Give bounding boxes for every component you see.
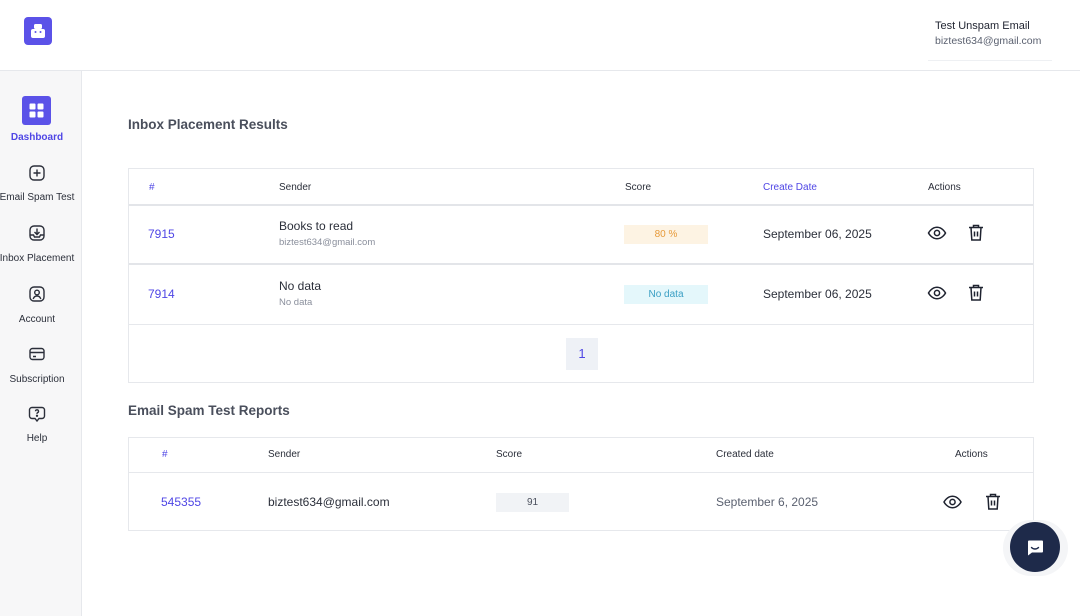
sidebar-item-label: Subscription	[9, 374, 65, 385]
row-id-link[interactable]: 7915	[148, 227, 175, 241]
column-header-actions: Actions	[928, 182, 961, 193]
top-header: Test Unspam Email biztest634@gmail.com	[0, 0, 1080, 71]
sidebar-item-label: Account	[18, 314, 56, 325]
column-header-create-date[interactable]: Create Date	[763, 182, 817, 193]
chat-bubble-icon	[1028, 540, 1043, 556]
row-id-link[interactable]: 7914	[148, 287, 175, 301]
user-name: Test Unspam Email	[935, 20, 1030, 32]
column-header-sender: Sender	[268, 449, 301, 460]
help-chat-icon	[26, 403, 48, 425]
app-logo[interactable]	[24, 17, 52, 45]
inbox-results-table: # Sender Score Create Date Actions 7915 …	[128, 168, 1034, 383]
card-icon	[26, 343, 48, 365]
view-eye-icon[interactable]	[942, 492, 963, 517]
user-square-icon	[26, 283, 48, 305]
sidebar-item-label: Email Spam Test	[0, 192, 75, 203]
score-badge: No data	[624, 285, 708, 304]
view-eye-icon[interactable]	[927, 283, 947, 308]
chat-launcher-button[interactable]	[1010, 522, 1060, 572]
score-badge: 91	[496, 493, 569, 512]
created-date: September 6, 2025	[716, 495, 819, 509]
sidebar-item-dashboard[interactable]: Dashboard	[0, 96, 74, 146]
sidebar-item-label: Help	[26, 433, 48, 444]
sidebar-item-help[interactable]: Help	[0, 403, 74, 447]
column-header-actions: Actions	[955, 449, 988, 460]
sender-email: biztest634@gmail.com	[279, 237, 376, 248]
column-header-created-date: Created date	[716, 449, 774, 460]
plus-square-icon	[26, 162, 48, 184]
column-header-score: Score	[625, 182, 652, 193]
column-header-sender: Sender	[279, 182, 312, 193]
sidebar-item-subscription[interactable]: Subscription	[0, 343, 74, 387]
sidebar-item-email-spam-test[interactable]: Email Spam Test	[0, 162, 74, 206]
sidebar: Dashboard Email Spam Test Inbox Placemen…	[0, 71, 82, 616]
grid-icon	[22, 96, 51, 125]
spam-reports-table: # Sender Score Created date Actions 5453…	[128, 437, 1034, 531]
spam-section-title: Email Spam Test Reports	[128, 403, 290, 418]
row-divider	[129, 263, 1033, 265]
sender-email: biztest634@gmail.com	[268, 495, 390, 509]
sender-email: No data	[279, 297, 313, 308]
view-eye-icon[interactable]	[927, 223, 947, 248]
delete-trash-icon[interactable]	[984, 492, 1002, 517]
delete-trash-icon[interactable]	[967, 283, 985, 308]
inbox-download-icon	[26, 222, 48, 244]
delete-trash-icon[interactable]	[967, 223, 985, 248]
sidebar-item-inbox-placement[interactable]: Inbox Placement	[0, 222, 74, 266]
column-header-id: #	[162, 449, 168, 460]
sender-name: No data	[279, 279, 322, 293]
inbox-section-title: Inbox Placement Results	[128, 117, 288, 132]
sender-name: Books to read	[279, 219, 354, 233]
sidebar-item-label: Inbox Placement	[0, 253, 75, 264]
sidebar-item-account[interactable]: Account	[0, 283, 74, 327]
user-menu[interactable]: Test Unspam Email biztest634@gmail.com	[928, 14, 1052, 61]
create-date: September 06, 2025	[763, 227, 872, 241]
user-email: biztest634@gmail.com	[935, 35, 1042, 47]
logo-icon	[31, 24, 45, 38]
header-divider	[129, 204, 1033, 206]
report-id-link[interactable]: 545355	[161, 495, 201, 509]
create-date: September 06, 2025	[763, 287, 872, 301]
score-badge: 80 %	[624, 225, 708, 244]
pagination-page-button[interactable]: 1	[566, 338, 598, 370]
header-divider	[129, 472, 1033, 473]
column-header-score: Score	[496, 449, 523, 460]
row-divider	[129, 324, 1033, 325]
sidebar-item-label: Dashboard	[10, 132, 64, 143]
column-header-id: #	[149, 182, 155, 193]
